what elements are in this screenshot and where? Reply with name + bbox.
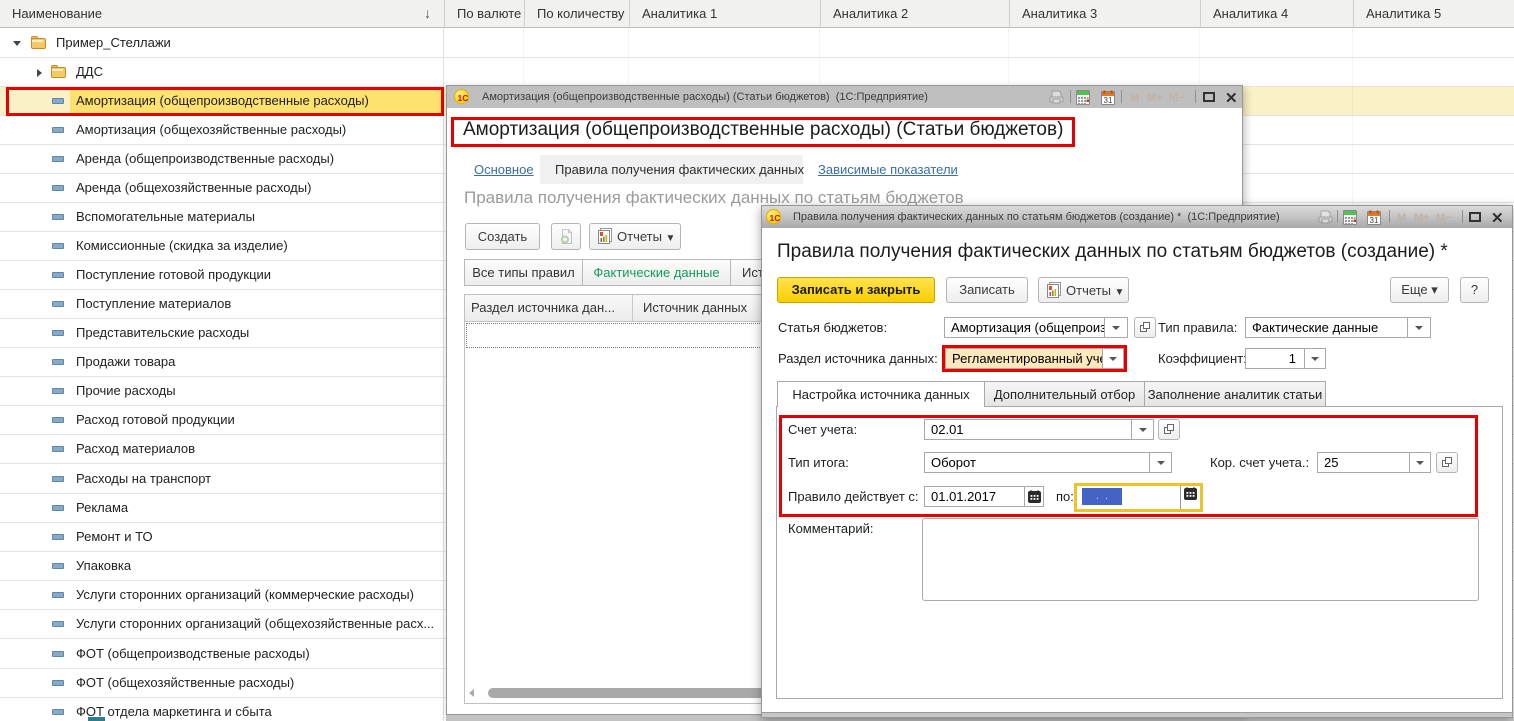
svg-text:31: 31 [1104,96,1113,105]
svg-text:31: 31 [1370,216,1379,225]
